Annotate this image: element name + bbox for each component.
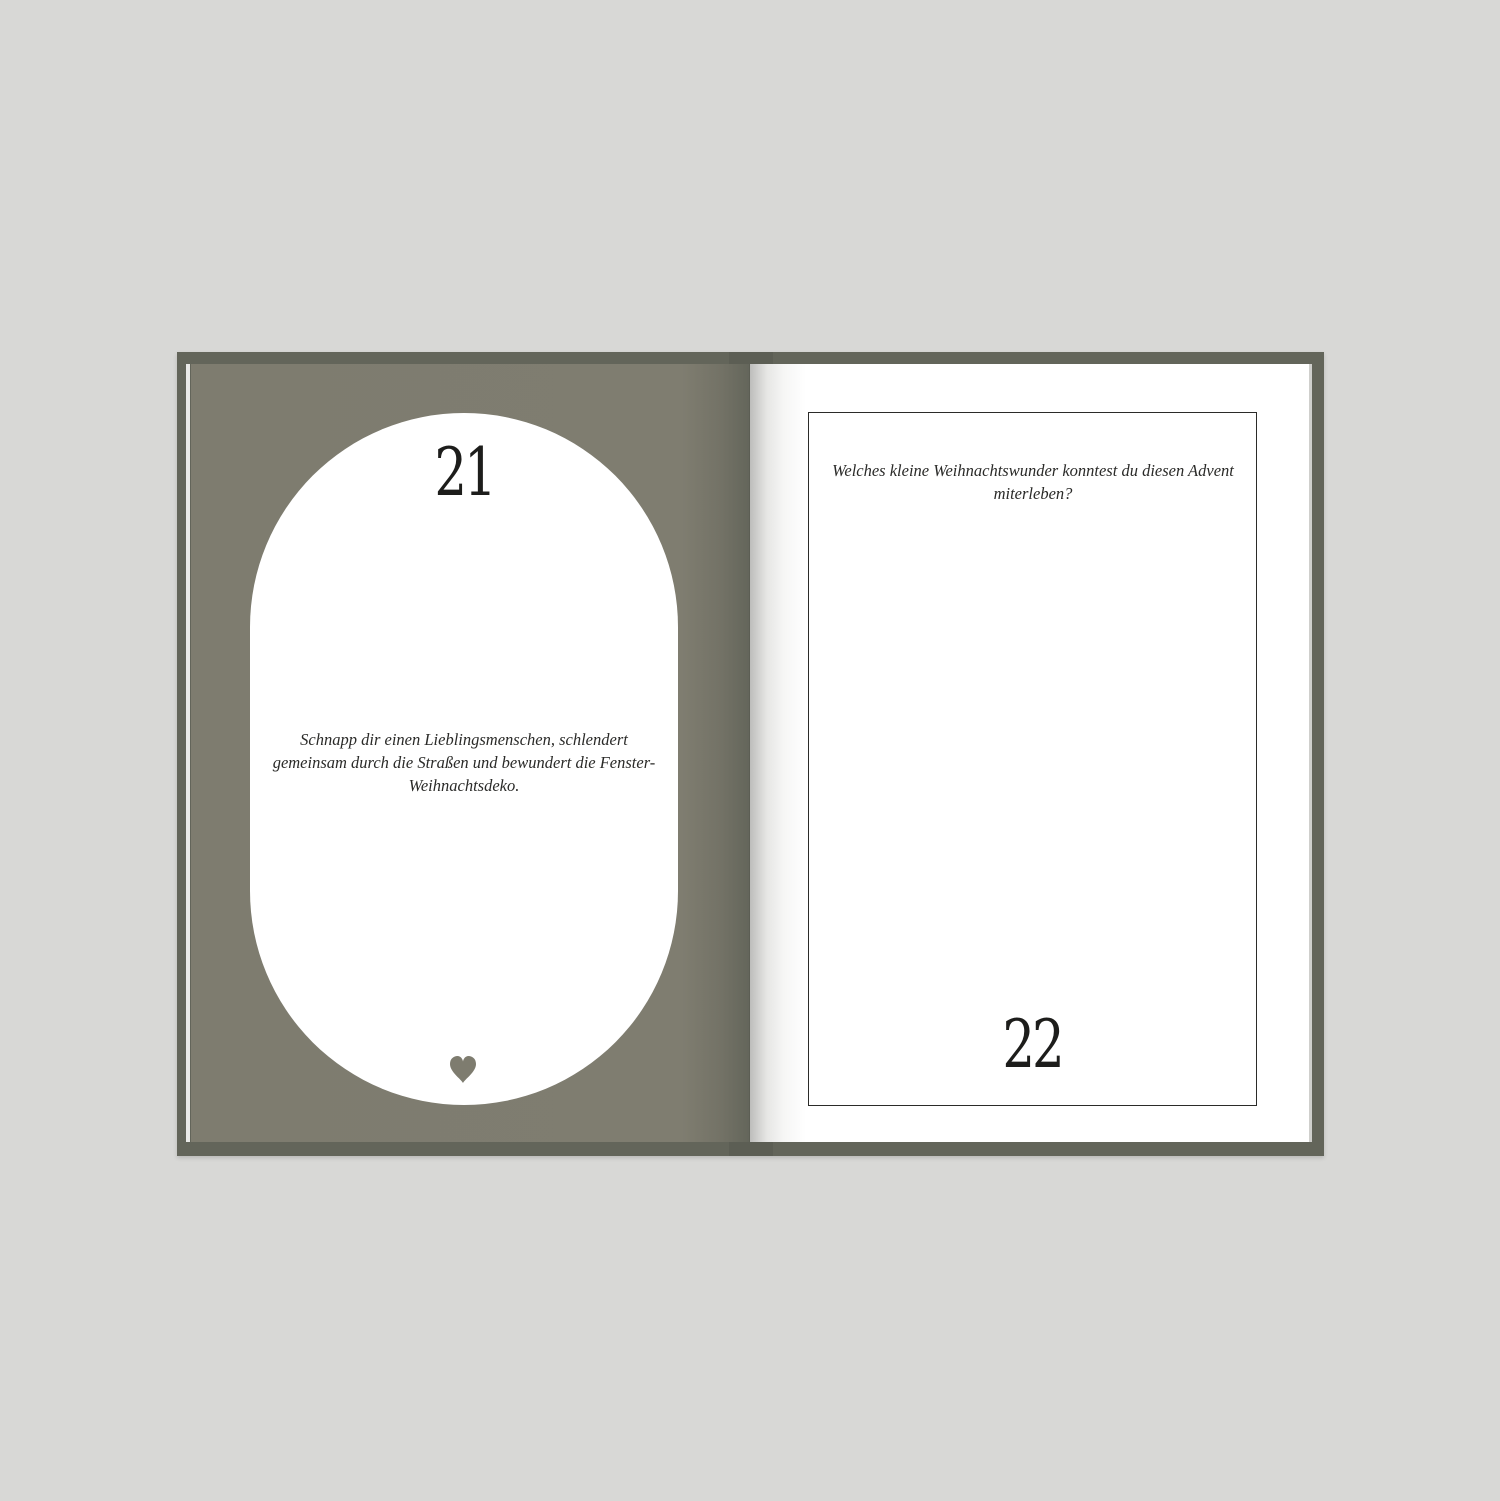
page-edge-left (186, 364, 190, 1142)
page-edge-right (1309, 364, 1312, 1142)
heart-icon (450, 1056, 476, 1083)
activity-text: Schnapp dir einen Lieblingsmenschen, sch… (272, 730, 656, 795)
writing-frame (808, 412, 1257, 1106)
day-number-right: 22 (1002, 1006, 1064, 1083)
reflection-question: Welches kleine Weihnachtswunder konntest… (832, 461, 1234, 503)
heart-shape (450, 1056, 476, 1083)
day-number-left: 21 (434, 434, 496, 511)
